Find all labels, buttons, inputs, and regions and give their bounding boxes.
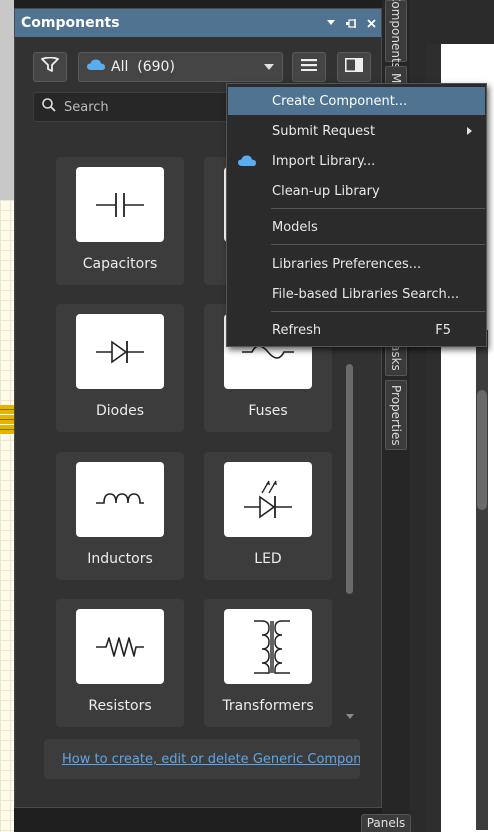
menu-separator bbox=[271, 208, 485, 209]
help-link[interactable]: How to create, edit or delete Generic Co… bbox=[62, 752, 360, 767]
resistor-icon bbox=[76, 609, 164, 684]
menu-item-create-component[interactable]: Create Component... bbox=[228, 87, 485, 115]
chevron-down-icon bbox=[264, 64, 274, 70]
led-icon bbox=[224, 462, 312, 537]
close-icon[interactable] bbox=[361, 13, 381, 33]
submenu-arrow-icon bbox=[467, 127, 472, 135]
cloud-icon bbox=[87, 59, 105, 75]
side-tab-properties[interactable]: Properties bbox=[385, 380, 407, 450]
category-card-led[interactable]: LED bbox=[204, 452, 332, 580]
menu-item-import-library[interactable]: Import Library... bbox=[228, 147, 485, 175]
split-view-icon bbox=[345, 58, 363, 76]
menu-item-label: Submit Request bbox=[272, 123, 376, 139]
menu-item-libraries-preferences[interactable]: Libraries Preferences... bbox=[228, 250, 485, 278]
context-menu: Create Component... Submit Request Impor… bbox=[226, 83, 487, 347]
dropdown-value: All (690) bbox=[111, 59, 175, 75]
menu-item-cleanup-library[interactable]: Clean-up Library bbox=[228, 177, 485, 205]
help-box: How to create, edit or delete Generic Co… bbox=[44, 739, 360, 779]
search-icon bbox=[42, 98, 56, 116]
schematic-canvas bbox=[0, 0, 14, 832]
menu-item-submit-request[interactable]: Submit Request bbox=[228, 117, 485, 145]
menu-item-shortcut: F5 bbox=[435, 322, 451, 338]
menu-item-label: Refresh bbox=[272, 322, 322, 338]
menu-item-label: Clean-up Library bbox=[272, 183, 380, 199]
category-label: Resistors bbox=[88, 698, 152, 714]
panel-title: Components bbox=[21, 15, 120, 31]
menu-item-label: Create Component... bbox=[272, 93, 408, 109]
category-card-diodes[interactable]: Diodes bbox=[56, 304, 184, 432]
panel-title-bar: Components bbox=[15, 9, 381, 37]
capacitor-icon bbox=[76, 167, 164, 242]
menu-item-file-based-search[interactable]: File-based Libraries Search... bbox=[228, 280, 485, 308]
category-card-resistors[interactable]: Resistors bbox=[56, 599, 184, 727]
pin-icon[interactable] bbox=[341, 13, 361, 33]
category-card-inductors[interactable]: Inductors bbox=[56, 452, 184, 580]
dropdown-selected: All bbox=[111, 59, 129, 75]
menu-item-models[interactable]: Models bbox=[228, 213, 485, 241]
menu-separator bbox=[271, 311, 485, 312]
category-label: Diodes bbox=[95, 403, 145, 419]
panels-button[interactable]: Panels bbox=[361, 814, 411, 832]
panel-menu-arrow-icon[interactable] bbox=[321, 13, 341, 33]
cloud-icon bbox=[238, 155, 256, 171]
menu-item-refresh[interactable]: Refresh F5 bbox=[228, 316, 485, 344]
schematic-pins bbox=[0, 405, 14, 435]
menu-item-label: Libraries Preferences... bbox=[272, 256, 422, 272]
category-label: LED bbox=[254, 551, 282, 567]
category-card-transformers[interactable]: Transformers bbox=[204, 599, 332, 727]
dropdown-count: (690) bbox=[137, 59, 175, 75]
library-filter-dropdown[interactable]: All (690) bbox=[78, 52, 283, 82]
diode-icon bbox=[76, 314, 164, 389]
menu-item-label: File-based Libraries Search... bbox=[272, 286, 460, 302]
category-card-capacitors[interactable]: Capacitors bbox=[56, 157, 184, 285]
panel-toolbar: All (690) bbox=[15, 52, 381, 84]
category-label: Transformers bbox=[222, 698, 314, 714]
scroll-down-arrow-icon[interactable] bbox=[346, 714, 354, 719]
panel-scrollbar-thumb[interactable] bbox=[346, 364, 353, 594]
search-input[interactable] bbox=[64, 99, 244, 115]
menu-separator bbox=[271, 244, 485, 245]
canvas-top-strip bbox=[0, 0, 14, 200]
filter-button[interactable] bbox=[33, 52, 67, 82]
category-label: Capacitors bbox=[82, 256, 158, 272]
category-label: Fuses bbox=[248, 403, 288, 419]
side-tab-components[interactable]: Components bbox=[385, 0, 407, 69]
menu-item-label: Import Library... bbox=[272, 153, 376, 169]
transformer-icon bbox=[224, 609, 312, 684]
view-menu-button[interactable] bbox=[292, 52, 326, 82]
filter-icon bbox=[41, 56, 59, 77]
hamburger-icon bbox=[301, 59, 317, 75]
schematic-sheet bbox=[0, 200, 14, 832]
inductor-icon bbox=[76, 462, 164, 537]
details-pane-button[interactable] bbox=[337, 52, 371, 82]
category-label: Inductors bbox=[87, 551, 153, 567]
right-scrollbar-thumb[interactable] bbox=[477, 390, 487, 510]
menu-item-label: Models bbox=[272, 219, 318, 235]
